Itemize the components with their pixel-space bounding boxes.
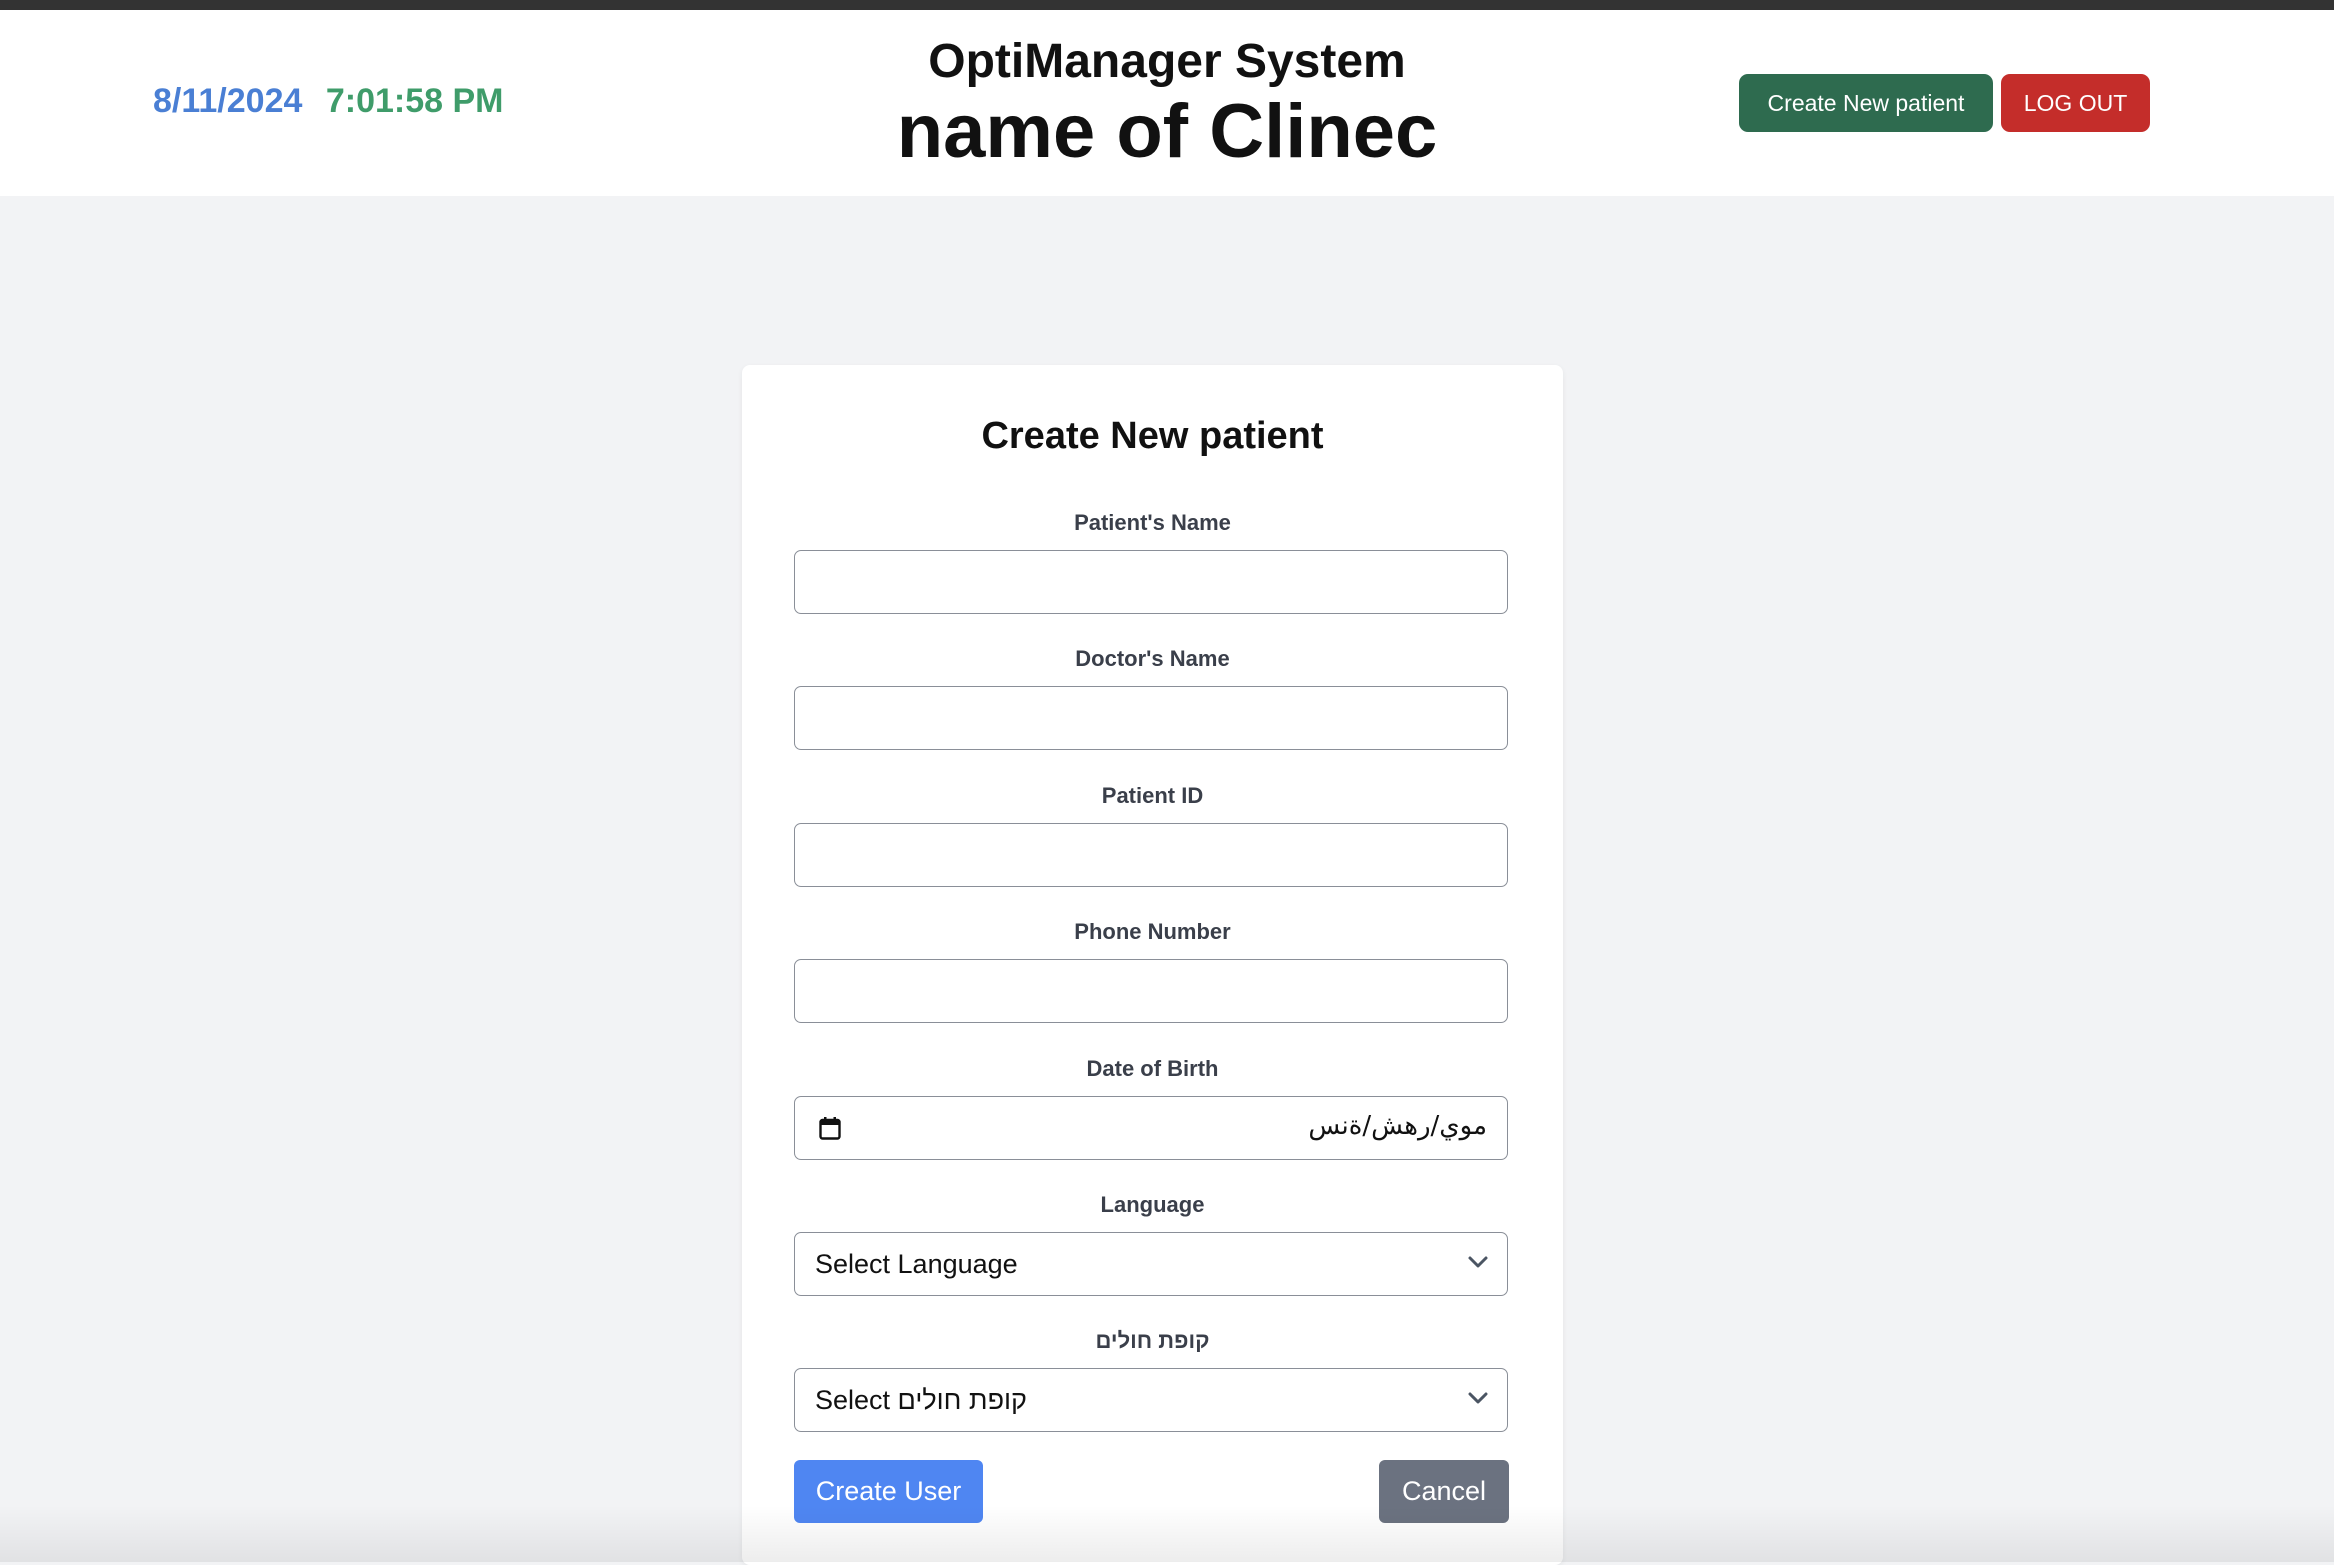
logout-button[interactable]: LOG OUT: [2001, 74, 2150, 132]
patient-id-input[interactable]: [795, 824, 1507, 886]
date-of-birth-label: Date of Birth: [1086, 1056, 1219, 1081]
phone-number-input[interactable]: [795, 960, 1507, 1022]
create-user-button[interactable]: Create User: [794, 1460, 983, 1523]
create-new-patient-button[interactable]: Create New patient: [1739, 74, 1993, 132]
phone-number-label: Phone Number: [1074, 919, 1231, 944]
patient-name-label: Patient's Name: [1074, 510, 1231, 535]
form-title: Create New patient: [981, 415, 1324, 457]
cancel-button[interactable]: Cancel: [1379, 1460, 1509, 1523]
language-label: Language: [1100, 1192, 1205, 1217]
language-select[interactable]: Select Language: [794, 1232, 1508, 1296]
chevron-down-icon: [1468, 1392, 1488, 1404]
calendar-icon[interactable]: [819, 1116, 841, 1140]
language-selected-value: Select Language: [815, 1249, 1018, 1279]
doctor-name-input[interactable]: [795, 687, 1507, 749]
hmo-selected-value: Select קופת חולים: [815, 1385, 1027, 1415]
window-top-border: [0, 0, 2334, 10]
patient-id-label: Patient ID: [1101, 783, 1204, 808]
patient-name-input[interactable]: [795, 551, 1507, 613]
date-of-birth-input[interactable]: موي/رهش/ةنس: [794, 1096, 1508, 1160]
doctor-name-field[interactable]: [794, 686, 1508, 750]
hmo-select[interactable]: Select קופת חולים: [794, 1368, 1508, 1432]
chevron-down-icon: [1468, 1256, 1488, 1268]
doctor-name-label: Doctor's Name: [1075, 646, 1230, 671]
patient-id-field[interactable]: [794, 823, 1508, 887]
app-header: 8/11/2024 7:01:58 PM OptiManager System …: [0, 10, 2334, 196]
patient-name-field[interactable]: [794, 550, 1508, 614]
date-of-birth-placeholder: موي/رهش/ةنس: [1308, 1111, 1487, 1141]
hmo-label: קופת חולים: [1095, 1328, 1210, 1353]
create-patient-form-card: Create New patient Patient's Name Doctor…: [742, 365, 1563, 1565]
phone-number-field[interactable]: [794, 959, 1508, 1023]
